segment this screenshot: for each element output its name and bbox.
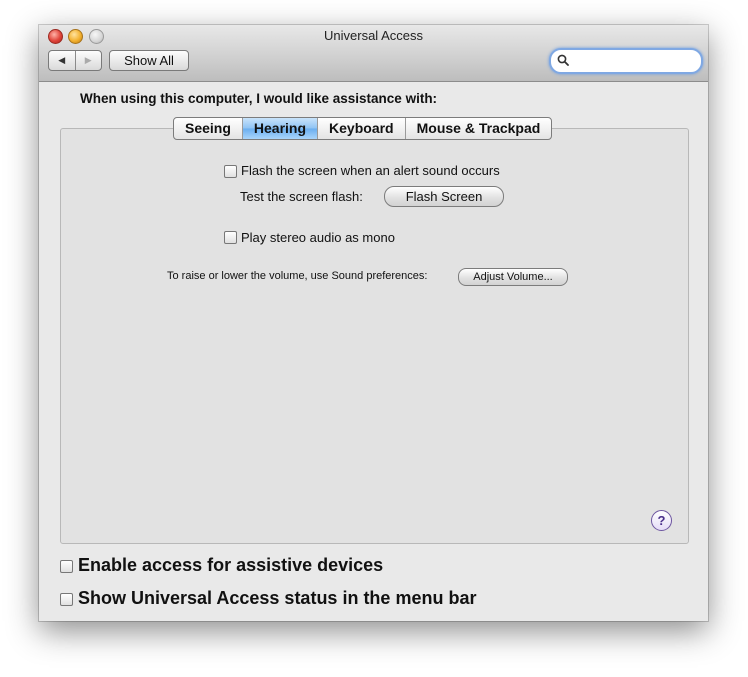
volume-label: To raise or lower the volume, use Sound … (167, 270, 428, 282)
flash-screen-button[interactable]: Flash Screen (384, 186, 504, 207)
assistive-devices-label: Enable access for assistive devices (78, 555, 384, 575)
search-icon (557, 54, 569, 66)
assistive-devices-checkbox[interactable] (60, 560, 73, 573)
search-field[interactable] (549, 48, 703, 74)
adjust-volume-button[interactable]: Adjust Volume... (458, 268, 568, 286)
tab-content-pane (60, 128, 689, 544)
forward-button[interactable]: ▶ (74, 51, 102, 70)
tab-hearing[interactable]: Hearing (241, 118, 318, 139)
title-bar: Universal Access ◀ ▶ Show All (39, 25, 708, 82)
test-flash-label: Test the screen flash: (240, 189, 363, 204)
help-button[interactable]: ? (651, 510, 672, 531)
mono-audio-checkbox[interactable] (224, 231, 237, 244)
assistance-prompt: When using this computer, I would like a… (80, 91, 438, 106)
flash-screen-checkbox[interactable] (224, 165, 237, 178)
tab-bar: Seeing Hearing Keyboard Mouse & Trackpad (173, 117, 553, 140)
menu-bar-status-label: Show Universal Access status in the menu… (78, 588, 477, 608)
mono-audio-label: Play stereo audio as mono (241, 230, 395, 245)
back-forward-control: ◀ ▶ (48, 50, 102, 71)
show-all-button[interactable]: Show All (109, 50, 189, 71)
tab-keyboard[interactable]: Keyboard (317, 118, 405, 139)
tab-seeing[interactable]: Seeing (174, 118, 242, 139)
flash-screen-label: Flash the screen when an alert sound occ… (241, 163, 500, 178)
window-title: Universal Access (324, 28, 423, 43)
back-button[interactable]: ◀ (49, 51, 75, 70)
menu-bar-status-checkbox[interactable] (60, 593, 73, 606)
tab-mouse-trackpad[interactable]: Mouse & Trackpad (404, 118, 552, 139)
universal-access-window: Universal Access ◀ ▶ Show All When using… (39, 25, 708, 621)
